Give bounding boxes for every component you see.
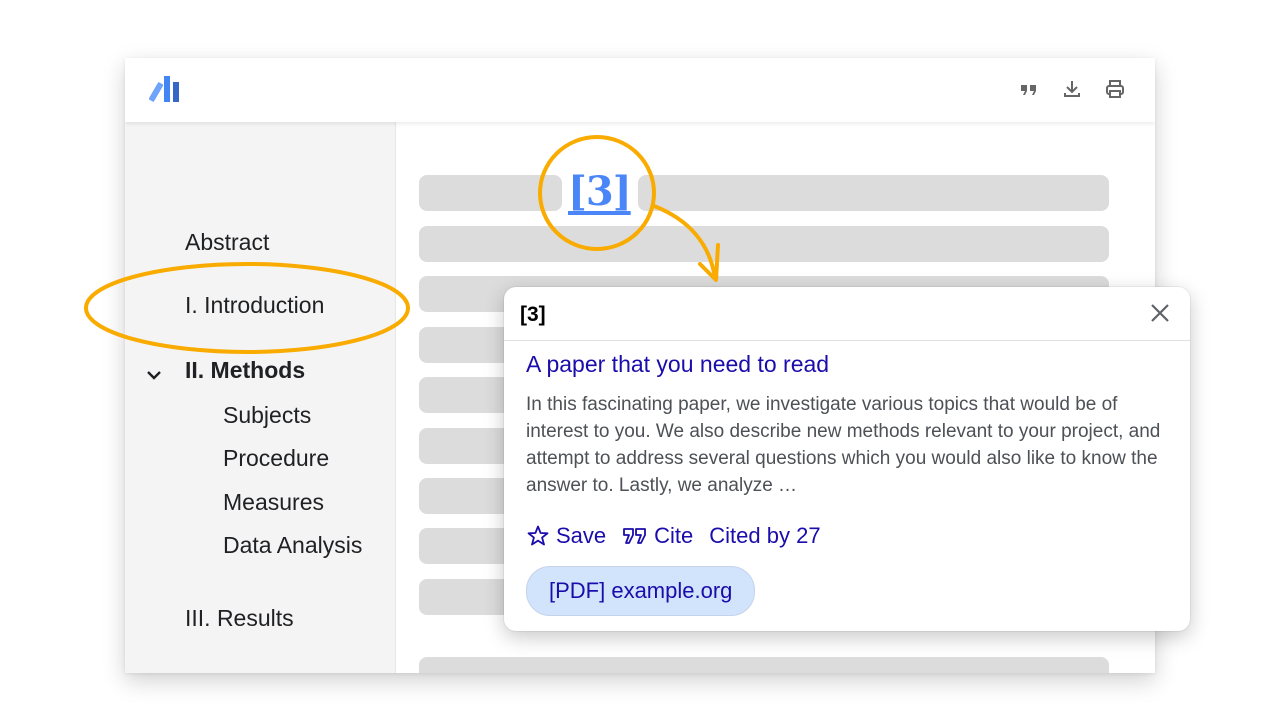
- text-placeholder-line: [419, 226, 1109, 262]
- text-placeholder-line: [419, 175, 562, 211]
- outline-subitem-subjects[interactable]: Subjects: [223, 402, 311, 429]
- popup-actions: Save Cite Cited by 27: [526, 521, 821, 551]
- quote-icon: [623, 528, 647, 544]
- popup-header: [3]: [504, 287, 1190, 341]
- outline-sidebar: Abstract I. Introduction II. Methods Sub…: [125, 122, 396, 673]
- cite-label: Cite: [654, 523, 694, 548]
- download-icon[interactable]: [1061, 78, 1083, 100]
- outline-subitem-data-analysis[interactable]: Data Analysis: [223, 532, 362, 559]
- chevron-down-icon[interactable]: [145, 368, 163, 382]
- outline-item-methods[interactable]: II. Methods: [185, 357, 305, 384]
- close-icon[interactable]: [1150, 303, 1170, 323]
- citation-popup: [3] A paper that you need to read In thi…: [504, 287, 1190, 631]
- outline-item-introduction[interactable]: I. Introduction: [185, 292, 324, 319]
- popup-reference-number: [3]: [520, 303, 546, 326]
- outline-item-discussion[interactable]: IV. Discussion: [185, 670, 329, 673]
- top-toolbar: [125, 58, 1155, 122]
- paper-abstract-snippet: In this fascinating paper, we investigat…: [526, 394, 1161, 496]
- app-logo-icon: [149, 76, 179, 102]
- cited-by-link[interactable]: Cited by 27: [709, 523, 820, 549]
- text-placeholder-line: [638, 175, 1109, 211]
- text-placeholder-line: [419, 657, 1109, 673]
- outline-item-abstract[interactable]: Abstract: [185, 229, 269, 256]
- inline-citation-link[interactable]: [3]: [568, 168, 632, 215]
- print-icon[interactable]: [1104, 78, 1126, 100]
- save-label: Save: [556, 523, 607, 548]
- cite-quote-icon[interactable]: [1018, 78, 1040, 100]
- paper-title-link[interactable]: A paper that you need to read: [526, 351, 829, 378]
- cite-button[interactable]: Cite: [622, 523, 693, 549]
- pdf-link-chip[interactable]: [PDF] example.org: [526, 566, 756, 616]
- outline-subitem-procedure[interactable]: Procedure: [223, 445, 329, 472]
- save-button[interactable]: Save: [526, 523, 606, 549]
- star-icon: [527, 525, 549, 546]
- outline-subitem-measures[interactable]: Measures: [223, 489, 324, 516]
- outline-item-results[interactable]: III. Results: [185, 605, 294, 632]
